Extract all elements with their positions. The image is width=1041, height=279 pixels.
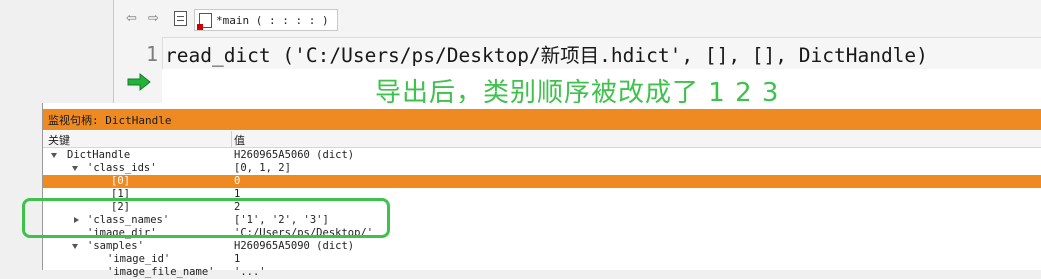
procedure-icon [197,12,212,30]
tab-main[interactable]: *main ( : : : : ) [194,9,338,31]
expand-arrow-icon[interactable] [51,153,57,158]
program-counter-arrow-icon [127,72,151,92]
tree-row-class-ids[interactable]: 'class_ids' [0, 1, 2] [43,162,1041,175]
forward-arrow-icon[interactable]: ⇨ [148,11,159,26]
watch-handle-panel: 监视句柄: DictHandle 关键 值 DictHandle H260965… [42,103,1041,278]
panel-title: 监视句柄: DictHandle [48,113,172,127]
code-line[interactable]: read_dict ('C:/Users/ps/Desktop/新项目.hdic… [162,38,1041,69]
annotation-highlight-box [22,198,390,238]
row-key: 'image_file_name' [107,266,215,278]
expand-arrow-icon[interactable] [72,244,78,249]
row-value: 0 [234,175,241,187]
editor-toolbar: ⇦ ⇨ *main ( : : : : ) [114,0,1041,38]
left-strip [0,0,113,103]
row-value: [0, 1, 2] [234,162,291,174]
tree-row-dicthandle[interactable]: DictHandle H260965A5060 (dict) [43,149,1041,162]
column-header: 关键 值 [43,131,1041,148]
tab-main-label: *main ( : : : : ) [216,13,329,27]
panel-title-bar: 监视句柄: DictHandle [43,109,1041,130]
row-value: H260965A5090 (dict) [234,240,355,252]
tree-row-index-0-selected[interactable]: [0] 0 [43,175,1041,188]
expand-arrow-icon[interactable] [72,166,78,171]
tree-row-image-file-name[interactable]: 'image_file_name' '...' [43,266,1041,279]
row-key: 'samples' [87,240,144,252]
row-key: DictHandle [67,149,131,161]
row-value: 1 [234,253,241,265]
code-editor[interactable]: ⇦ ⇨ *main ( : : : : ) 1 read_dict ('C:/U… [113,0,1041,108]
back-arrow-icon[interactable]: ⇦ [126,11,137,26]
code-text: read_dict ('C:/Users/ps/Desktop/新项目.hdic… [165,44,928,67]
row-key: 'image_id' [107,253,171,265]
row-key: 'class_ids' [87,162,157,174]
row-value: H260965A5060 (dict) [234,149,355,161]
document-list-icon[interactable] [174,11,187,26]
column-divider[interactable] [231,131,232,147]
row-value: '...' [234,266,266,278]
column-header-key[interactable]: 关键 [48,132,70,148]
line-number: 1 [146,42,159,66]
column-header-value[interactable]: 值 [234,132,245,148]
tree-row-image-id[interactable]: 'image_id' 1 [43,253,1041,266]
row-key: [0] [111,175,130,187]
tree-row-samples[interactable]: 'samples' H260965A5090 (dict) [43,240,1041,253]
